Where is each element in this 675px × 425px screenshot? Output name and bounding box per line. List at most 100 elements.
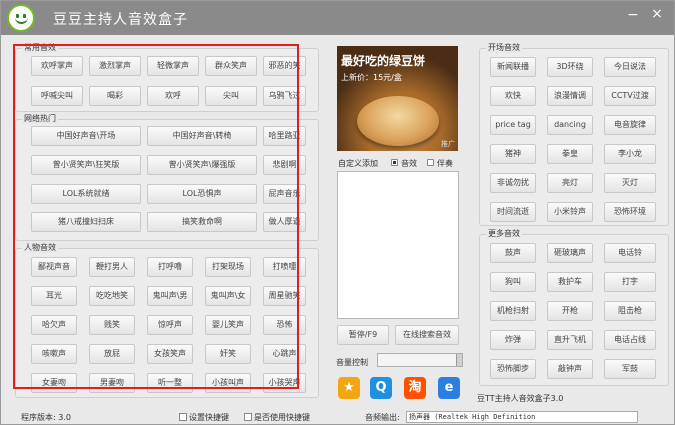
sound-button[interactable]: 悲剧啊 [263, 155, 306, 175]
sound-button[interactable]: 小孩哭声 [263, 373, 306, 393]
sound-button[interactable]: 敲钟声 [547, 359, 593, 379]
sound-button[interactable]: 打喷嚏 [263, 257, 306, 277]
sound-button[interactable]: 电话占线 [604, 330, 656, 350]
sound-button[interactable]: 打字 [604, 272, 656, 292]
sound-button[interactable]: 打架现场 [205, 257, 251, 277]
sound-button[interactable]: 屁声音乐 [263, 184, 306, 204]
radio-bgm[interactable] [427, 159, 434, 166]
sound-button[interactable]: 阻击枪 [604, 301, 656, 321]
sound-button[interactable]: 乌鸦飞过 [263, 86, 306, 106]
sound-button[interactable]: 轻微掌声 [147, 56, 199, 76]
pause-button[interactable]: 暂停/F9 [337, 325, 389, 345]
sound-button[interactable]: 打呼噜 [147, 257, 193, 277]
sound-button[interactable]: dancing [547, 115, 593, 135]
sound-button[interactable]: CCTV过渡 [604, 86, 656, 106]
volume-slider-thumb[interactable] [456, 354, 462, 366]
sound-button[interactable]: 浪漫情调 [547, 86, 593, 106]
star-icon[interactable]: ★ [338, 377, 360, 399]
sound-button[interactable]: 奸笑 [205, 344, 251, 364]
sound-button[interactable]: 鼓声 [490, 243, 536, 263]
radio-effect-label: 音效 [401, 159, 417, 168]
sound-button[interactable]: 直升飞机 [547, 330, 593, 350]
sound-button[interactable]: 电音旋律 [604, 115, 656, 135]
sound-button[interactable]: 周星驰笑 [263, 286, 306, 306]
sound-button[interactable]: 小孩叫声 [205, 373, 251, 393]
sound-button[interactable]: 心跳声 [263, 344, 306, 364]
sound-button[interactable]: 做人厚道 [263, 212, 306, 232]
sound-button[interactable]: 李小龙 [604, 144, 656, 164]
sound-button[interactable]: 咳嗽声 [31, 344, 77, 364]
sound-button[interactable]: 灭灯 [604, 173, 656, 193]
sound-button[interactable]: 激烈掌声 [89, 56, 141, 76]
sound-button[interactable]: 非诚勿扰 [490, 173, 536, 193]
sound-button[interactable]: 机枪扫射 [490, 301, 536, 321]
sound-button[interactable]: 欢呼掌声 [31, 56, 83, 76]
sound-button[interactable]: 开枪 [547, 301, 593, 321]
sound-button[interactable]: 鄙视声音 [31, 257, 77, 277]
search-online-button[interactable]: 在线搜索音效 [395, 325, 459, 345]
sound-button[interactable]: 电话铃 [604, 243, 656, 263]
sound-button[interactable]: 救护车 [547, 272, 593, 292]
sound-button[interactable]: 听一整 [147, 373, 193, 393]
sound-button[interactable]: LOL恐惧声 [147, 184, 257, 204]
sound-button[interactable]: 哈欠声 [31, 315, 77, 335]
radio-effect[interactable] [391, 159, 398, 166]
audio-device-select[interactable]: 扬声器 (Realtek High Definition [406, 411, 638, 423]
sound-button[interactable]: 中国好声音\转椅 [147, 126, 257, 146]
sound-button[interactable]: 3D环绕 [547, 57, 593, 77]
sound-button[interactable]: 时间流逝 [490, 202, 536, 222]
sound-button[interactable]: 新闻联播 [490, 57, 536, 77]
ad-banner[interactable]: 最好吃的绿豆饼 上新价：15元/盒 推广 [337, 46, 458, 151]
sound-button[interactable]: 曾小贤笑声\狂笑版 [31, 155, 141, 175]
radio-bgm-label: 伴奏 [437, 159, 453, 168]
sound-button[interactable]: 邪恶的笑 [263, 56, 306, 76]
sound-button[interactable]: 呼喊尖叫 [31, 86, 83, 106]
sound-button[interactable]: 砸玻璃声 [547, 243, 593, 263]
sound-button[interactable]: 鬼叫声\女 [205, 286, 251, 306]
sound-button[interactable]: 放屁 [89, 344, 135, 364]
sound-button[interactable]: price tag [490, 115, 536, 135]
sound-button[interactable]: 喝彩 [89, 86, 141, 106]
sound-button[interactable]: 惊呼声 [147, 315, 193, 335]
sound-button[interactable]: 欢快 [490, 86, 536, 106]
qq-icon[interactable]: Q [370, 377, 392, 399]
sound-button[interactable]: 曾小贤笑声\爆强版 [147, 155, 257, 175]
sound-button[interactable]: 亮灯 [547, 173, 593, 193]
sound-button[interactable]: 男妻吻 [89, 373, 135, 393]
sound-button[interactable]: 恐怖脚步 [490, 359, 536, 379]
volume-slider[interactable] [377, 353, 463, 367]
sound-button[interactable]: 吃吃地笑 [89, 286, 135, 306]
sound-button[interactable]: 鞭打男人 [89, 257, 135, 277]
taobao-icon[interactable]: 淘 [404, 377, 426, 399]
sound-button[interactable]: 猪八戒撞妇扫床 [31, 212, 141, 232]
sound-button[interactable]: 女孩笑声 [147, 344, 193, 364]
sound-button[interactable]: 中国好声音\开场 [31, 126, 141, 146]
sound-button[interactable]: 拳皇 [547, 144, 593, 164]
minimize-button[interactable]: − [626, 7, 640, 23]
group-opening-label: 开场音效 [486, 42, 522, 53]
use-hotkey-checkbox[interactable] [244, 413, 252, 421]
ie-icon[interactable]: e [438, 377, 460, 399]
sound-button[interactable]: 群众笑声 [205, 56, 257, 76]
sound-button[interactable]: 鬼叫声\男 [147, 286, 193, 306]
sound-button[interactable]: 恐怖环境 [604, 202, 656, 222]
close-button[interactable]: × [650, 6, 664, 22]
sound-button[interactable]: 哈里路亚 [263, 126, 306, 146]
sound-button[interactable]: 猪神 [490, 144, 536, 164]
sound-button[interactable]: 欢呼 [147, 86, 199, 106]
sound-button[interactable]: 贱笑 [89, 315, 135, 335]
sound-button[interactable]: 恐怖 [263, 315, 306, 335]
sound-button[interactable]: 尖叫 [205, 86, 257, 106]
sound-button[interactable]: 今日说法 [604, 57, 656, 77]
sound-button[interactable]: 婴儿笑声 [205, 315, 251, 335]
sound-button[interactable]: 小米铃声 [547, 202, 593, 222]
sound-button[interactable]: 耳光 [31, 286, 77, 306]
set-hotkey-checkbox[interactable] [179, 413, 187, 421]
custom-sound-list[interactable] [337, 171, 459, 319]
sound-button[interactable]: 狗叫 [490, 272, 536, 292]
sound-button[interactable]: 炸弹 [490, 330, 536, 350]
sound-button[interactable]: 搞笑救命啊 [147, 212, 257, 232]
sound-button[interactable]: 军鼓 [604, 359, 656, 379]
sound-button[interactable]: LOL系统就绪 [31, 184, 141, 204]
sound-button[interactable]: 女妻吻 [31, 373, 77, 393]
